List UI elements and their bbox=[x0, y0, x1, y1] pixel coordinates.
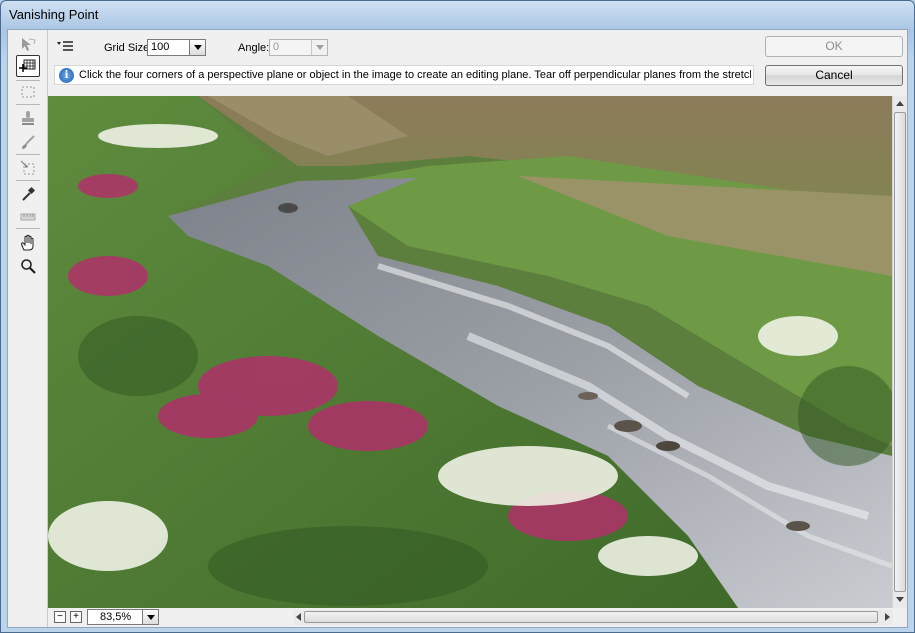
stamp-tool[interactable] bbox=[16, 107, 40, 129]
marquee-icon bbox=[21, 86, 35, 98]
grid-size-label: Grid Size: bbox=[104, 42, 153, 54]
create-plane-tool[interactable] bbox=[16, 55, 40, 77]
scroll-down-icon[interactable] bbox=[896, 597, 904, 602]
vanishing-point-window: Vanishing Point Grid Size: 100 Angle: 0 … bbox=[0, 0, 915, 633]
marquee-tool[interactable] bbox=[16, 81, 40, 103]
mountain-meadow-stream-photo bbox=[48, 96, 892, 608]
angle-label: Angle: bbox=[238, 42, 270, 54]
grid-size-value: 100 bbox=[151, 41, 170, 53]
zoom-tool[interactable] bbox=[16, 255, 40, 277]
chevron-down-icon[interactable] bbox=[142, 610, 158, 624]
arrow-plane-icon bbox=[22, 38, 36, 51]
scroll-right-icon[interactable] bbox=[885, 613, 890, 621]
horizontal-scrollbar[interactable] bbox=[294, 610, 893, 625]
ruler-icon bbox=[20, 213, 36, 221]
window-title: Vanishing Point bbox=[9, 7, 99, 22]
tool-divider bbox=[16, 228, 40, 229]
brush-icon bbox=[22, 135, 35, 149]
transform-icon bbox=[20, 160, 35, 175]
options-bar: Grid Size: 100 Angle: 0 bbox=[48, 30, 753, 64]
scroll-up-icon[interactable] bbox=[896, 101, 904, 106]
tool-divider bbox=[16, 180, 40, 181]
info-tip-bar: i Click the four corners of a perspectiv… bbox=[54, 65, 754, 85]
toolbox bbox=[8, 30, 48, 627]
measure-tool[interactable] bbox=[16, 206, 40, 228]
transform-tool[interactable] bbox=[16, 157, 40, 179]
zoom-level-combo[interactable]: 83,5% bbox=[87, 609, 159, 625]
vertical-scrollbar[interactable] bbox=[892, 96, 907, 608]
info-text: Click the four corners of a perspective … bbox=[79, 69, 751, 81]
zoom-level-value: 83,5% bbox=[100, 611, 132, 623]
hand-icon bbox=[21, 234, 34, 251]
horizontal-scroll-thumb[interactable] bbox=[304, 611, 878, 623]
grid-plus-icon bbox=[19, 59, 36, 72]
dialog-body: Grid Size: 100 Angle: 0 i Click the four… bbox=[7, 29, 908, 628]
angle-value: 0 bbox=[273, 41, 280, 53]
title-bar[interactable]: Vanishing Point bbox=[1, 1, 914, 29]
image-canvas[interactable] bbox=[48, 96, 892, 608]
hand-tool[interactable] bbox=[16, 232, 40, 254]
edit-plane-tool[interactable] bbox=[16, 34, 40, 56]
vertical-scroll-thumb[interactable] bbox=[894, 112, 906, 592]
flyout-menu-icon[interactable] bbox=[56, 39, 74, 53]
chevron-down-icon[interactable] bbox=[189, 40, 205, 55]
tool-divider bbox=[16, 154, 40, 155]
scroll-left-icon[interactable] bbox=[296, 613, 301, 621]
zoom-out-button[interactable]: − bbox=[54, 611, 66, 623]
ok-button[interactable]: OK bbox=[765, 36, 903, 57]
tool-divider bbox=[16, 104, 40, 105]
cancel-button[interactable]: Cancel bbox=[765, 65, 903, 86]
chevron-down-icon[interactable] bbox=[311, 40, 327, 55]
info-icon: i bbox=[59, 68, 74, 83]
stamp-icon bbox=[22, 111, 34, 125]
status-bar: − + 83,5% bbox=[48, 608, 907, 627]
zoom-in-button[interactable]: + bbox=[70, 611, 82, 623]
angle-combo[interactable]: 0 bbox=[269, 39, 328, 56]
eyedropper-tool[interactable] bbox=[16, 183, 40, 205]
grid-size-combo[interactable]: 100 bbox=[147, 39, 206, 56]
eyedropper-icon bbox=[22, 186, 36, 201]
brush-tool[interactable] bbox=[16, 131, 40, 153]
magnifier-icon bbox=[21, 259, 36, 274]
